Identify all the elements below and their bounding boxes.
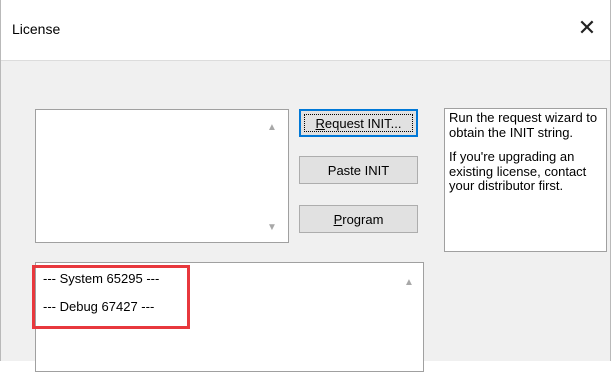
focus-rectangle: [304, 114, 413, 132]
title-bar: License ✕: [1, 0, 610, 61]
red-highlight-annotation: [32, 265, 190, 329]
request-init-button[interactable]: Request INIT...: [299, 109, 418, 137]
dialog-title: License: [12, 21, 61, 37]
paste-init-button[interactable]: Paste INIT: [299, 156, 418, 184]
program-button[interactable]: Program: [299, 205, 418, 233]
info-text-box: Run the request wizard to obtain the INI…: [444, 108, 607, 252]
init-string-box[interactable]: ▲ ▼: [35, 109, 289, 243]
program-label: Program: [333, 211, 384, 227]
close-button[interactable]: ✕: [564, 10, 610, 46]
license-dialog: License ✕ ▲ ▼ Request INIT... Paste INIT…: [0, 0, 611, 372]
paste-init-label: Paste INIT: [327, 162, 390, 178]
info-paragraph-upgrade: If you're upgrading an existing license,…: [449, 149, 587, 193]
info-paragraph-request: Run the request wizard to obtain the INI…: [449, 110, 598, 140]
close-icon: ✕: [577, 15, 597, 40]
scroll-up-arrow-icon[interactable]: ▲: [401, 275, 417, 289]
scroll-up-arrow-icon[interactable]: ▲: [264, 120, 280, 134]
scroll-down-arrow-icon[interactable]: ▼: [264, 220, 280, 234]
